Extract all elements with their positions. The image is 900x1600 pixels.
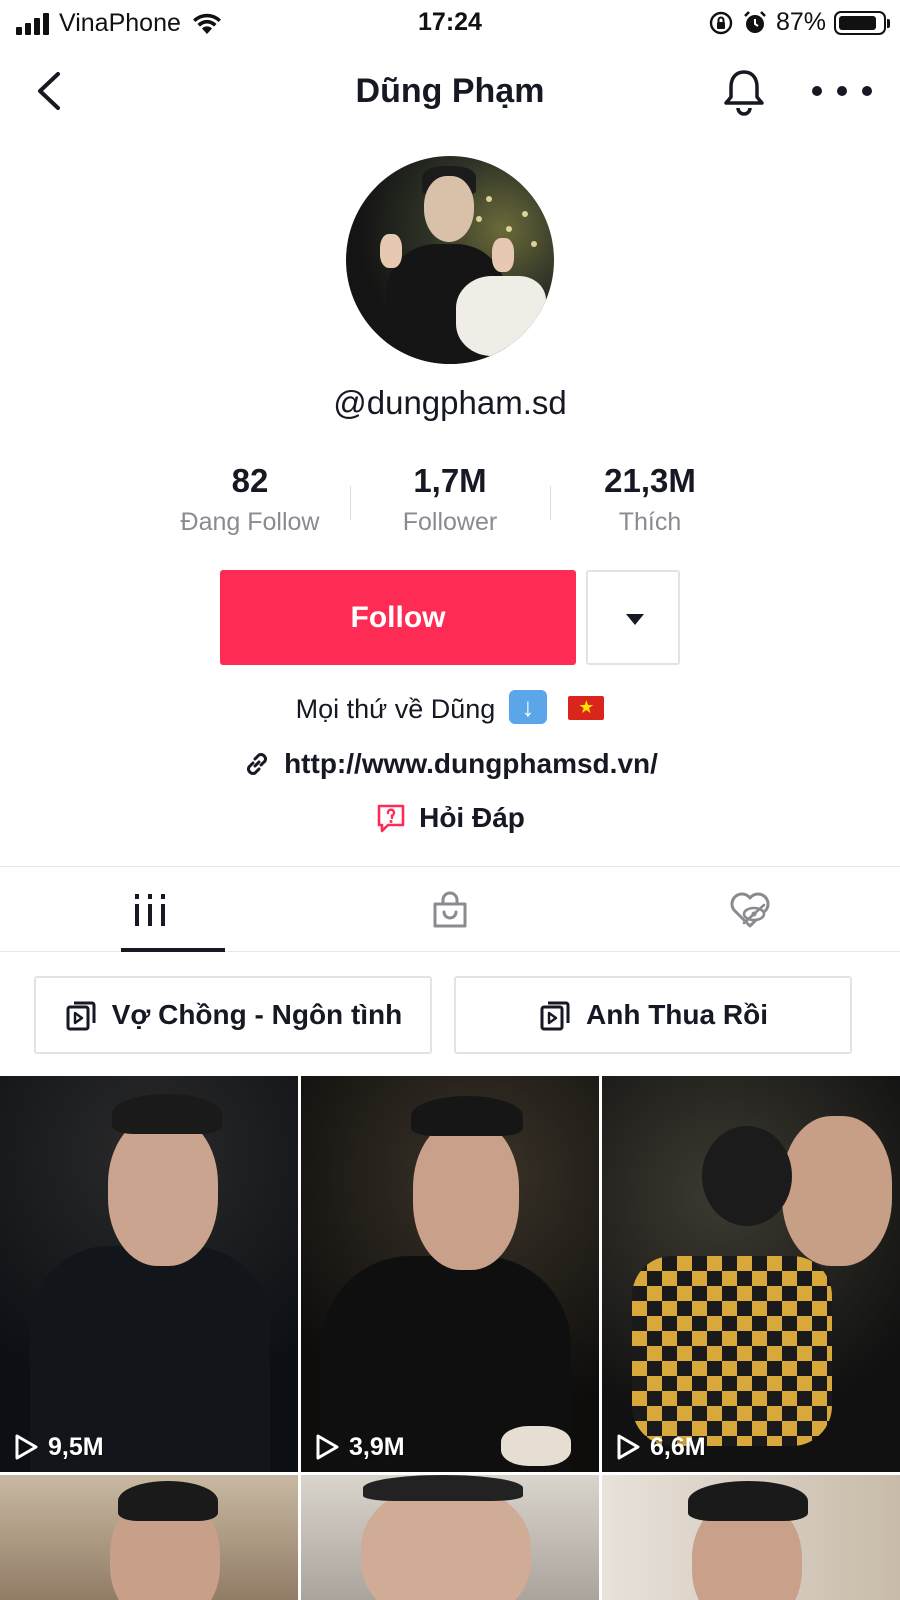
tab-liked[interactable] [600, 867, 900, 953]
playlist-button[interactable]: Anh Thua Rồi [454, 976, 852, 1054]
bell-icon[interactable] [720, 66, 768, 116]
play-icon [617, 1434, 640, 1460]
view-count: 9,5M [12, 1432, 104, 1462]
view-count: 6,6M [614, 1432, 706, 1462]
playlist-icon [66, 1001, 96, 1031]
suggested-accounts-button[interactable] [586, 570, 680, 665]
view-count: 3,9M [313, 1432, 405, 1462]
profile-tabs [0, 866, 900, 952]
play-icon [316, 1434, 339, 1460]
profile-stats: 82 Đang Follow 1,7M Follower 21,3M Thích [0, 462, 900, 542]
grid-icon [135, 894, 165, 926]
alarm-icon [744, 10, 766, 33]
video-thumbnail[interactable]: 3,9M [301, 1076, 599, 1472]
tab-shop[interactable] [300, 867, 600, 953]
link-icon [247, 753, 267, 775]
video-thumbnail[interactable]: 6,6M [602, 1076, 900, 1472]
status-right: 87% [708, 8, 890, 37]
play-icon [15, 1434, 38, 1460]
top-nav: Dũng Phạm [0, 46, 900, 136]
stat-likes[interactable]: 21,3M Thích [550, 462, 750, 537]
stat-value: 21,3M [604, 462, 696, 499]
stat-value: 1,7M [413, 462, 487, 499]
view-count-text: 9,5M [48, 1432, 104, 1461]
follow-button[interactable]: Follow [220, 570, 576, 665]
stat-label: Follower [402, 508, 498, 536]
stat-label: Thích [618, 508, 682, 536]
video-thumbnail[interactable] [0, 1475, 298, 1600]
shopping-bag-icon [433, 891, 467, 928]
profile-username: @dungpham.sd [333, 384, 567, 421]
stat-following[interactable]: 82 Đang Follow [150, 462, 350, 537]
stat-followers[interactable]: 1,7M Follower [350, 462, 550, 537]
caret-down-icon [626, 614, 644, 625]
bio-text: Mọi thứ về Dũng [295, 694, 496, 724]
battery-icon [834, 10, 890, 35]
video-thumbnail[interactable] [602, 1475, 900, 1600]
active-tab-indicator [121, 948, 225, 952]
playlist-icon [540, 1001, 570, 1031]
view-count-text: 3,9M [349, 1432, 405, 1461]
liked-hidden-icon [730, 892, 770, 928]
video-thumbnail[interactable] [301, 1475, 599, 1600]
status-bar: VinaPhone 17:24 87% [0, 0, 900, 46]
down-arrow-emoji-icon [508, 690, 547, 724]
playlist-label: Anh Thua Rồi [586, 999, 768, 1030]
video-grid: 9,5M 3,9M 6,6M [0, 1076, 900, 1600]
playlist-label: Vợ Chồng - Ngôn tình [111, 999, 403, 1030]
view-count-text: 6,6M [650, 1432, 706, 1461]
stat-label: Đang Follow [180, 508, 320, 536]
rotation-lock-icon [709, 11, 733, 34]
link-text: http://www.dungphamsd.vn/ [284, 748, 658, 779]
question-bubble-icon [377, 804, 405, 833]
playlist-button[interactable]: Vợ Chồng - Ngôn tình [34, 976, 432, 1054]
battery-percent: 87% [775, 8, 826, 36]
more-options-icon[interactable] [812, 76, 872, 106]
vietnam-flag-icon [568, 695, 605, 720]
video-thumbnail[interactable]: 9,5M [0, 1076, 298, 1472]
qa-link[interactable]: Hỏi Đáp [0, 802, 900, 834]
qa-label: Hỏi Đáp [419, 802, 525, 833]
stat-value: 82 [231, 462, 269, 499]
profile-bio: Mọi thứ về Dũng [0, 690, 900, 725]
tab-videos[interactable] [0, 867, 300, 953]
profile-link[interactable]: http://www.dungphamsd.vn/ [0, 748, 900, 780]
avatar[interactable] [346, 156, 554, 364]
